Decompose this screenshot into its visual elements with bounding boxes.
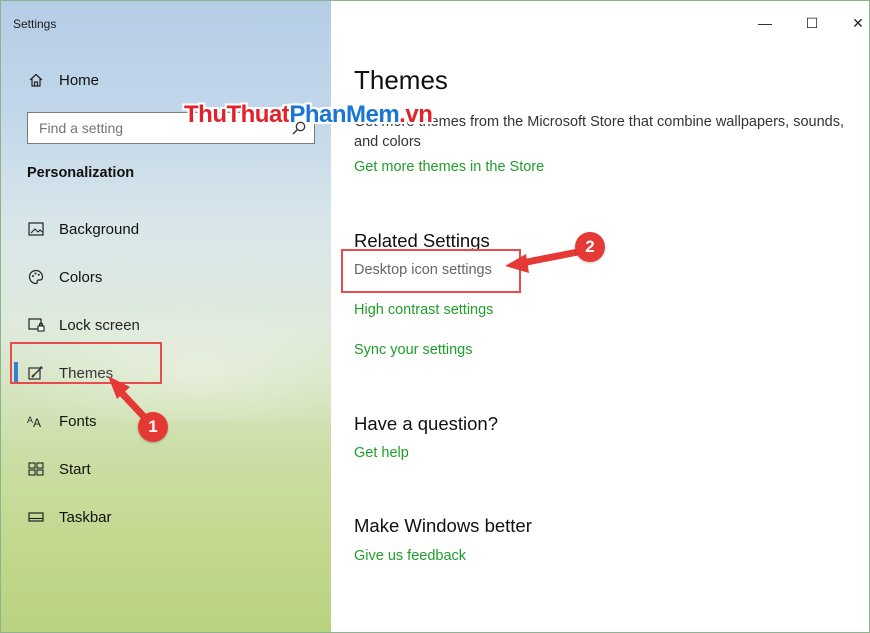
make-windows-better-heading: Make Windows better xyxy=(354,515,532,536)
nav-home-label: Home xyxy=(59,71,100,89)
feedback-link[interactable]: Give us feedback xyxy=(354,548,466,564)
image-icon xyxy=(27,220,45,238)
sidebar-item-label: Colors xyxy=(59,268,103,286)
question-heading: Have a question? xyxy=(354,413,498,434)
sidebar-item-label: Fonts xyxy=(59,412,97,430)
main-content: — ☐ ✕ Themes Get more themes from the Mi… xyxy=(331,1,869,632)
sidebar: Settings Home Personalization Background… xyxy=(1,1,331,632)
section-label-personalization: Personalization xyxy=(27,165,135,181)
app-title: Settings xyxy=(13,17,57,31)
lock-screen-icon xyxy=(27,316,45,334)
home-icon xyxy=(27,71,45,89)
sidebar-item-fonts[interactable]: AA Fonts xyxy=(27,397,140,445)
palette-icon xyxy=(27,268,45,286)
taskbar-icon xyxy=(27,508,45,526)
nav-home[interactable]: Home xyxy=(27,71,99,89)
sidebar-item-colors[interactable]: Colors xyxy=(27,253,140,301)
watermark-part: .vn xyxy=(399,101,433,128)
step-badge-2: 2 xyxy=(575,232,605,262)
sidebar-item-start[interactable]: Start xyxy=(27,445,140,493)
close-button[interactable]: ✕ xyxy=(843,9,870,37)
watermark-part: ThuThuat xyxy=(184,101,290,128)
highlight-box-themes xyxy=(10,342,162,384)
sidebar-item-label: Taskbar xyxy=(59,508,112,526)
step-badge-1: 1 xyxy=(138,412,168,442)
sidebar-item-background[interactable]: Background xyxy=(27,205,140,253)
sidebar-item-label: Background xyxy=(59,220,140,238)
sidebar-item-label: Lock screen xyxy=(59,316,140,334)
sync-settings-link[interactable]: Sync your settings xyxy=(354,342,472,358)
watermark-logo: ThuThuatPhanMem.vn xyxy=(184,101,433,129)
minimize-button[interactable]: — xyxy=(750,9,780,37)
start-tiles-icon xyxy=(27,460,45,478)
high-contrast-settings-link[interactable]: High contrast settings xyxy=(354,302,493,318)
watermark-part: PhanMem xyxy=(289,101,400,128)
highlight-box-desktop-icon xyxy=(341,249,521,293)
page-title: Themes xyxy=(354,65,448,95)
store-themes-link[interactable]: Get more themes in the Store xyxy=(354,159,544,175)
svg-text:A: A xyxy=(33,416,41,428)
maximize-button[interactable]: ☐ xyxy=(797,9,827,37)
sidebar-item-label: Start xyxy=(59,460,91,478)
get-help-link[interactable]: Get help xyxy=(354,445,409,461)
font-icon: AA xyxy=(27,412,45,430)
sidebar-item-taskbar[interactable]: Taskbar xyxy=(27,493,140,541)
